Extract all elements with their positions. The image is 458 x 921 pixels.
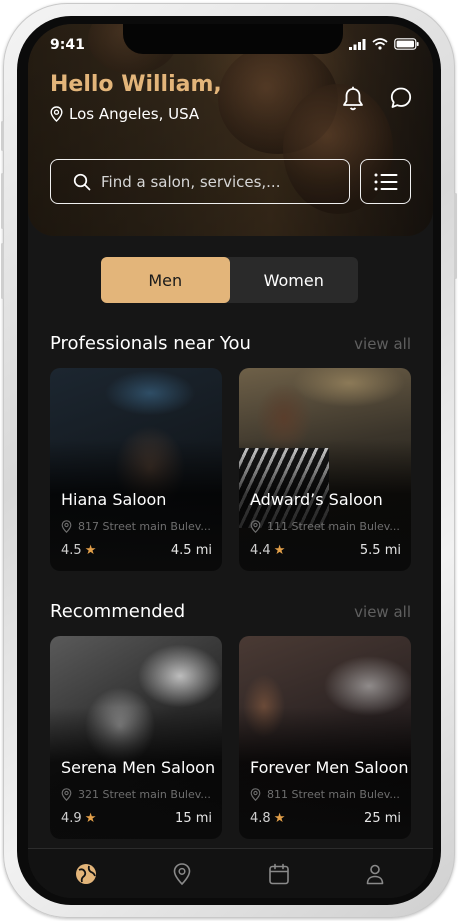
salon-distance: 25 mi — [364, 811, 401, 826]
current-location[interactable]: Los Angeles, USA — [50, 105, 199, 123]
salon-address-row: 817 Street main Bulev... — [61, 520, 211, 533]
professionals-section-title: Professionals near You — [50, 333, 251, 354]
location-pin-icon — [61, 788, 72, 801]
salon-address: 111 Street main Bulev... — [267, 520, 400, 533]
salon-name: Adward’s Saloon — [250, 490, 383, 509]
card-overlay — [50, 636, 222, 839]
nav-bookings[interactable] — [259, 854, 299, 894]
star-icon: ★ — [273, 811, 286, 826]
salon-card[interactable]: Hiana Saloon 817 Street main Bulev... 4.… — [50, 368, 222, 571]
star-icon: ★ — [84, 543, 97, 558]
salon-name: Hiana Saloon — [61, 490, 167, 509]
hero-photo-barber — [218, 44, 338, 154]
app-screen: 9:41 Hello William, Los Angeles, USA Fin… — [28, 24, 433, 898]
salon-card[interactable]: Adward’s Saloon 111 Street main Bulev...… — [239, 368, 411, 571]
search-icon — [73, 173, 91, 190]
salon-rating: 4.9 ★ — [61, 811, 96, 826]
volume-up-button — [1, 173, 4, 229]
salon-name: Serena Men Saloon — [61, 758, 216, 777]
rating-value: 4.8 — [250, 811, 271, 826]
volume-down-button — [1, 243, 4, 299]
mute-switch — [1, 121, 4, 151]
salon-address: 321 Street main Bulev... — [78, 788, 211, 801]
professionals-view-all-link[interactable]: view all — [354, 335, 411, 353]
explore-icon — [76, 863, 97, 884]
hero-banner — [28, 24, 433, 236]
filter-list-icon — [374, 173, 397, 190]
notification-bell-icon[interactable] — [341, 86, 365, 112]
salon-address-row: 811 Street main Bulev... — [250, 788, 400, 801]
status-icons — [349, 38, 419, 50]
recommended-view-all-link[interactable]: view all — [354, 603, 411, 621]
header-actions — [341, 86, 413, 112]
card-overlay — [239, 636, 411, 839]
location-text: Los Angeles, USA — [69, 105, 200, 123]
salon-rating: 4.5 ★ — [61, 543, 96, 558]
salon-rating: 4.4 ★ — [250, 543, 285, 558]
signal-icon — [349, 38, 366, 50]
salon-address-row: 111 Street main Bulev... — [250, 520, 400, 533]
wifi-icon — [372, 38, 388, 50]
notch — [123, 24, 343, 54]
rating-value: 4.4 — [250, 543, 271, 558]
greeting-title: Hello William, — [50, 72, 222, 97]
rating-value: 4.5 — [61, 543, 82, 558]
bottom-navigation — [28, 848, 433, 898]
salon-distance: 5.5 mi — [359, 543, 401, 558]
calendar-icon — [268, 863, 289, 884]
card-overlay — [239, 368, 411, 571]
salon-distance: 15 mi — [175, 811, 212, 826]
salon-rating: 4.8 ★ — [250, 811, 285, 826]
recommended-section-title: Recommended — [50, 601, 186, 622]
star-icon: ★ — [273, 543, 286, 558]
salon-card[interactable]: Forever Men Saloon 811 Street main Bulev… — [239, 636, 411, 839]
search-input[interactable] — [101, 172, 341, 191]
gender-toggle: Men Women — [101, 257, 358, 303]
profile-icon — [366, 864, 384, 884]
battery-icon — [394, 38, 419, 50]
rating-value: 4.9 — [61, 811, 82, 826]
salon-address-row: 321 Street main Bulev... — [61, 788, 211, 801]
location-pin-icon — [174, 862, 191, 885]
star-icon: ★ — [84, 811, 97, 826]
nav-profile[interactable] — [355, 854, 395, 894]
salon-name: Forever Men Saloon — [250, 758, 409, 777]
salon-distance: 4.5 mi — [170, 543, 212, 558]
toggle-men[interactable]: Men — [101, 257, 230, 303]
filter-button[interactable] — [360, 159, 411, 204]
location-pin-icon — [250, 520, 261, 533]
salon-address: 817 Street main Bulev... — [78, 520, 211, 533]
location-pin-icon — [250, 788, 261, 801]
toggle-women[interactable]: Women — [230, 257, 359, 303]
status-time: 9:41 — [50, 37, 85, 53]
nav-map[interactable] — [162, 854, 202, 894]
location-pin-icon — [50, 106, 63, 122]
chat-bubble-icon[interactable] — [389, 86, 413, 110]
power-button — [454, 193, 457, 279]
search-bar[interactable] — [50, 159, 350, 204]
location-pin-icon — [61, 520, 72, 533]
card-overlay — [50, 368, 222, 571]
nav-explore[interactable] — [66, 854, 106, 894]
salon-address: 811 Street main Bulev... — [267, 788, 400, 801]
salon-card[interactable]: Serena Men Saloon 321 Street main Bulev.… — [50, 636, 222, 839]
